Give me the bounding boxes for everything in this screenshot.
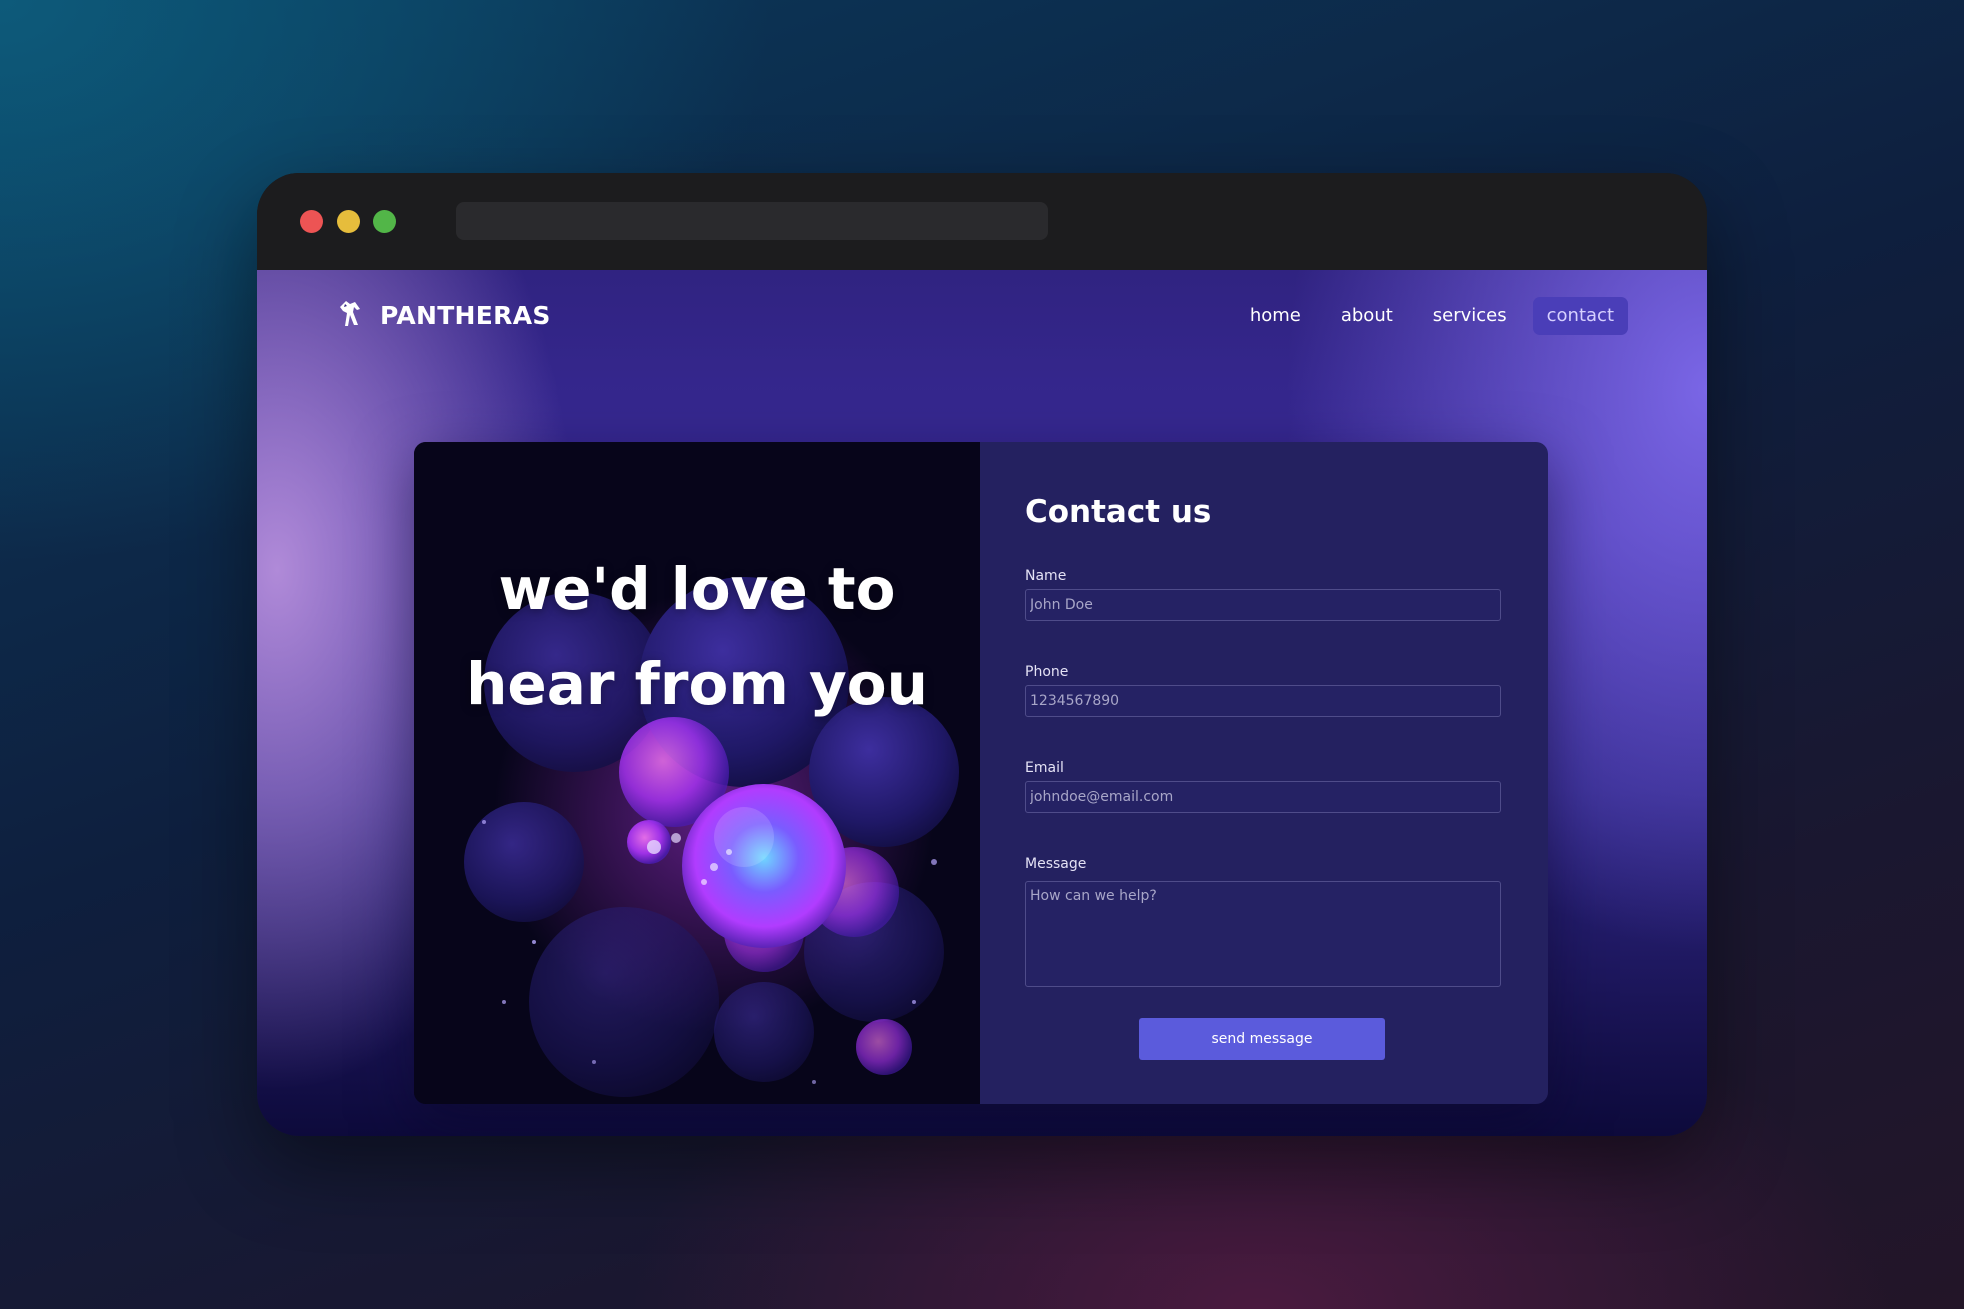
main-nav: home about services contact <box>1224 297 1628 335</box>
send-message-button[interactable]: send message <box>1139 1018 1385 1060</box>
nav-home-link[interactable]: home <box>1236 297 1315 335</box>
browser-window: PANTHERAS home about services contact we… <box>257 173 1707 1136</box>
name-label: Name <box>1025 568 1067 584</box>
panther-icon <box>340 301 360 326</box>
nav-about-link[interactable]: about <box>1327 297 1407 335</box>
nav-services-link[interactable]: services <box>1419 297 1521 335</box>
phone-field[interactable] <box>1025 685 1501 717</box>
brand-name: PANTHERAS <box>380 300 551 330</box>
phone-label: Phone <box>1025 664 1069 680</box>
contact-form: Contact us Name Phone Email Message send… <box>980 442 1548 1104</box>
maximize-window-button[interactable] <box>373 210 396 233</box>
browser-titlebar <box>257 173 1707 270</box>
minimize-window-button[interactable] <box>337 210 360 233</box>
address-bar[interactable] <box>456 202 1048 240</box>
name-field[interactable] <box>1025 589 1501 621</box>
hero-panel: we'd love to hear from you <box>414 442 980 1104</box>
contact-card: we'd love to hear from you Contact us Na… <box>414 442 1548 1104</box>
message-field[interactable] <box>1025 881 1501 987</box>
email-label: Email <box>1025 760 1064 776</box>
hero-heading-line-1: we'd love to <box>498 555 896 623</box>
nav-contact-link[interactable]: contact <box>1532 297 1628 335</box>
form-title: Contact us <box>1025 494 1212 530</box>
hero-heading: we'd love to hear from you <box>414 542 980 732</box>
close-window-button[interactable] <box>300 210 323 233</box>
contact-page: PANTHERAS home about services contact we… <box>257 270 1707 1136</box>
message-label: Message <box>1025 856 1087 872</box>
hero-heading-line-2: hear from you <box>466 650 928 718</box>
brand-logo[interactable]: PANTHERAS <box>336 295 551 335</box>
email-field[interactable] <box>1025 781 1501 813</box>
